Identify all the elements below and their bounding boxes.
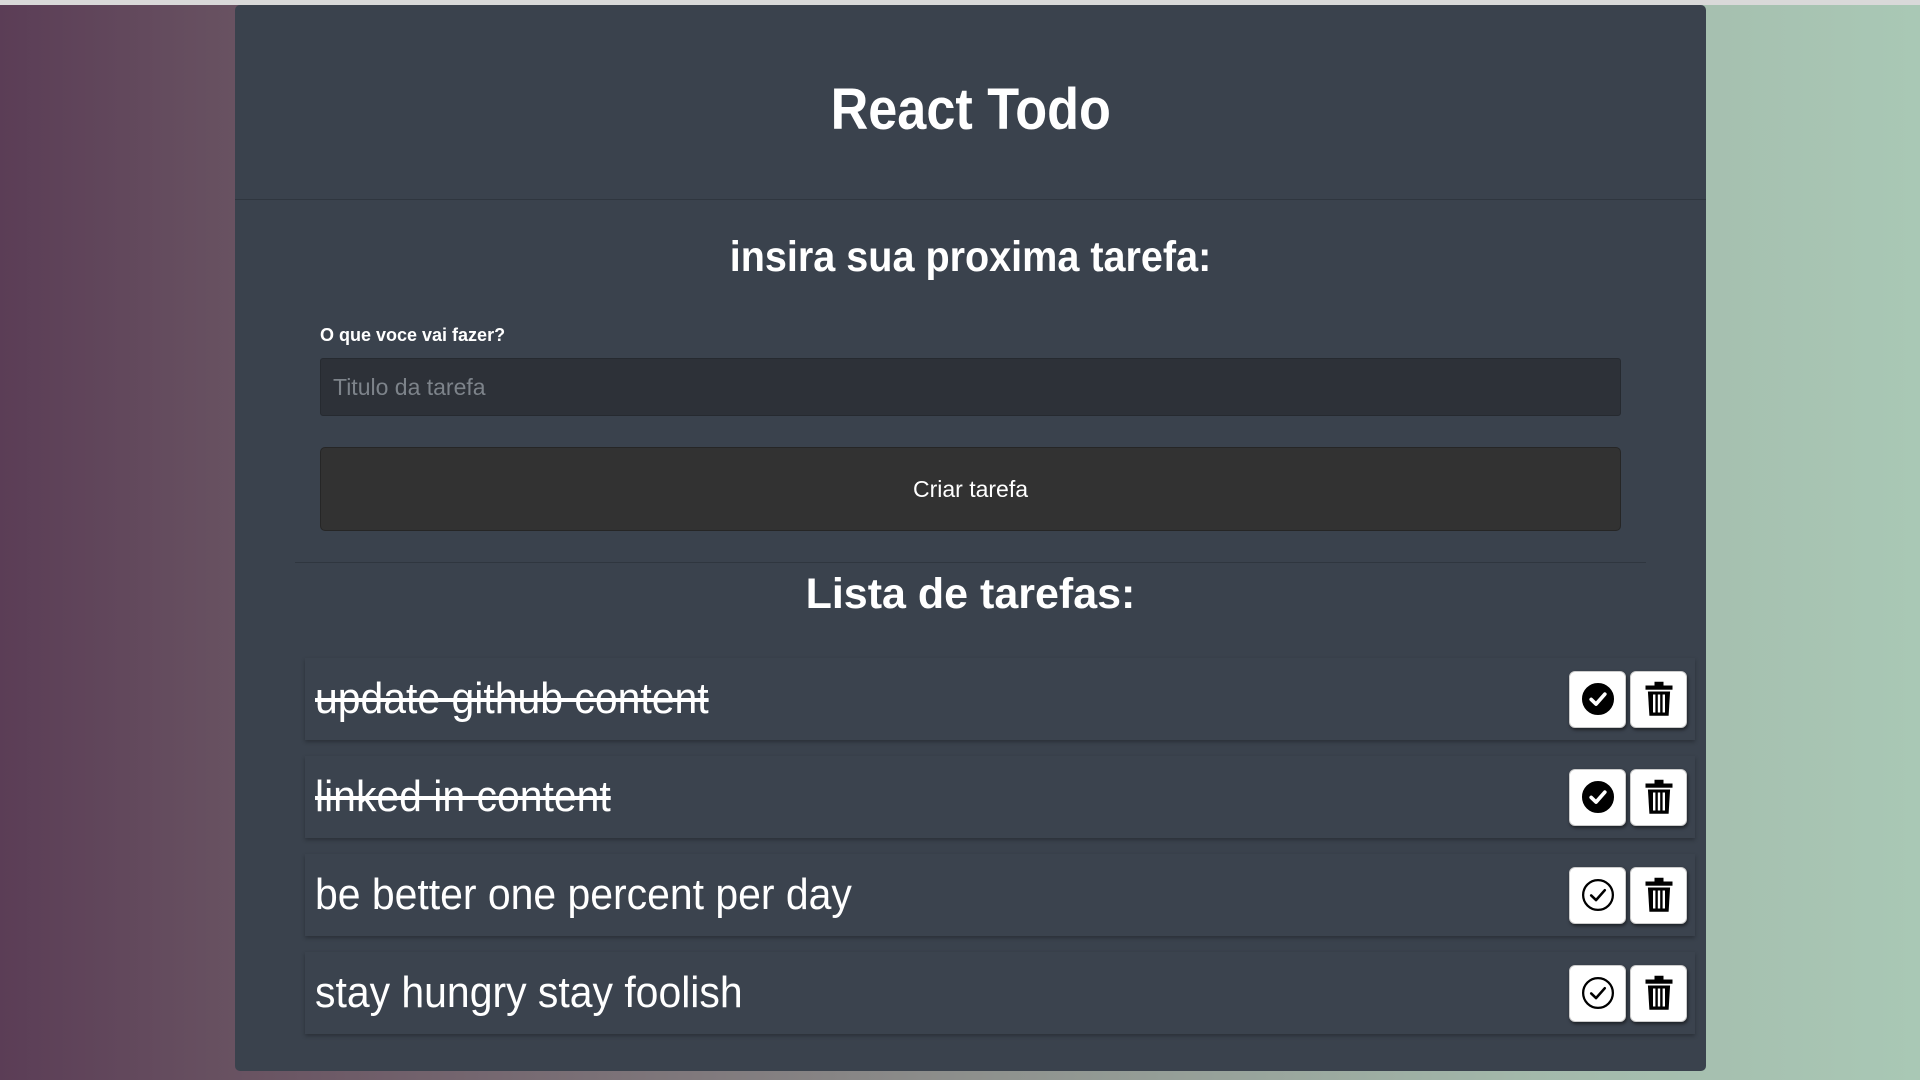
section-divider <box>295 562 1646 563</box>
task-input-label: O que voce vai fazer? <box>320 325 506 345</box>
todo-actions <box>1569 768 1687 826</box>
trash-icon <box>1645 975 1672 1010</box>
delete-button[interactable] <box>1630 964 1687 1022</box>
complete-button[interactable] <box>1569 866 1626 924</box>
todo-actions <box>1569 670 1687 728</box>
trash-icon <box>1645 779 1672 814</box>
trash-icon <box>1645 681 1672 716</box>
form-heading: insira sua proxima tarefa: <box>729 233 1212 281</box>
delete-button[interactable] <box>1630 670 1687 728</box>
todo-text: be better one percent per day <box>315 870 852 919</box>
todo-item: linked in content <box>305 756 1695 838</box>
trash-icon <box>1645 877 1672 912</box>
delete-button[interactable] <box>1630 768 1687 826</box>
check-circle-outline-icon <box>1581 976 1614 1010</box>
complete-button[interactable] <box>1569 670 1626 728</box>
todo-text: stay hungry stay foolish <box>315 968 743 1017</box>
todo-text: linked in content <box>315 772 611 821</box>
check-circle-filled-icon <box>1581 780 1614 814</box>
todo-actions <box>1569 866 1687 924</box>
check-circle-outline-icon <box>1581 878 1614 912</box>
todo-item: update github content <box>305 658 1695 740</box>
todo-text: update github content <box>315 674 709 723</box>
delete-button[interactable] <box>1630 866 1687 924</box>
create-task-button[interactable]: Criar tarefa <box>320 447 1621 531</box>
app-title: React Todo <box>830 76 1111 142</box>
list-heading: Lista de tarefas: <box>805 570 1136 618</box>
complete-button[interactable] <box>1569 964 1626 1022</box>
app-header: React Todo <box>235 5 1706 200</box>
check-circle-filled-icon <box>1581 682 1614 716</box>
todo-list: update github content linked in content … <box>305 658 1695 1050</box>
todo-actions <box>1569 964 1687 1022</box>
todo-item: be better one percent per day <box>305 854 1695 936</box>
task-title-input[interactable] <box>320 358 1621 416</box>
todo-app-panel: React Todo insira sua proxima tarefa: O … <box>235 5 1706 1071</box>
todo-item: stay hungry stay foolish <box>305 952 1695 1034</box>
complete-button[interactable] <box>1569 768 1626 826</box>
